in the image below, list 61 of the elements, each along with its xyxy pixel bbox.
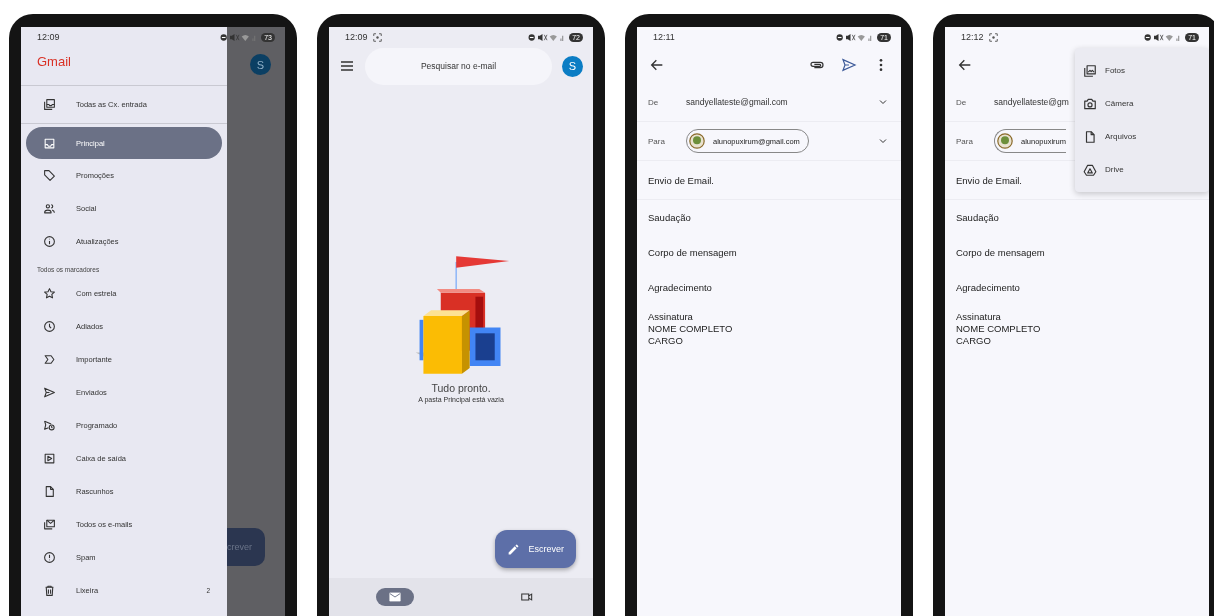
- menu-item[interactable]: Câmera: [1075, 87, 1209, 120]
- send-icon: [43, 386, 56, 399]
- body-text: Corpo de mensagem: [955, 246, 1046, 260]
- to-label: Para: [648, 136, 666, 146]
- body-text: Saudação: [955, 211, 1000, 225]
- contact-avatar: [997, 133, 1013, 149]
- document-icon: [43, 485, 56, 498]
- file-icon: [1083, 129, 1097, 144]
- photos-icon: [1083, 63, 1097, 78]
- empty-title: Tudo pronto.: [431, 382, 491, 394]
- avatar: S: [250, 54, 271, 75]
- body-text: Corpo de mensagem: [647, 246, 738, 260]
- sender-address: sandyellateste@gm: [994, 97, 1069, 107]
- inbox-icon: [43, 136, 56, 150]
- status-time: 12:09: [37, 32, 60, 42]
- outbox-icon: [43, 452, 56, 465]
- signature-line: NOME COMPLETO: [648, 323, 734, 335]
- menu-item[interactable]: Drive: [1075, 153, 1209, 186]
- from-label: De: [648, 97, 660, 107]
- menu-item[interactable]: Fotos: [1075, 54, 1209, 87]
- back-arrow-icon[interactable]: [649, 57, 665, 73]
- info-icon: [43, 235, 56, 248]
- mail-icon: [388, 590, 402, 604]
- menu-item[interactable]: Arquivos: [1075, 120, 1209, 153]
- stacked-inbox-icon: [43, 98, 56, 111]
- signature-line: CARGO: [648, 335, 684, 347]
- app-title: Gmail: [36, 53, 72, 71]
- mail-tab[interactable]: [376, 588, 414, 606]
- tag-icon: [43, 169, 56, 182]
- body-text: Saudação: [647, 211, 692, 225]
- send-icon[interactable]: [841, 57, 857, 73]
- important-label-icon: [43, 353, 56, 366]
- signature-line: Assinatura: [956, 311, 1002, 323]
- back-arrow-icon[interactable]: [957, 57, 973, 73]
- status-time: 12:11: [653, 32, 675, 42]
- people-icon: [43, 202, 56, 215]
- status-time: 12:09: [345, 32, 368, 42]
- drive-icon: [1083, 162, 1097, 177]
- trash-icon: [43, 584, 56, 597]
- mail-stack-icon: [43, 518, 56, 531]
- compose-button[interactable]: Escrever: [495, 530, 576, 568]
- menu-icon[interactable]: [339, 58, 355, 74]
- video-camera-icon: [520, 590, 534, 604]
- camera-icon: [1083, 96, 1097, 111]
- signature-line: CARGO: [956, 335, 992, 347]
- signature-line: NOME COMPLETO: [956, 323, 1042, 335]
- signature-line: Assinatura: [648, 311, 694, 323]
- contact-avatar: [689, 133, 705, 149]
- pencil-icon: [507, 542, 521, 556]
- avatar[interactable]: S: [562, 55, 583, 77]
- scheduled-send-icon: [43, 419, 56, 432]
- body-text: Agradecimento: [955, 281, 1021, 295]
- body-text: Agradecimento: [647, 281, 713, 295]
- status-time: 12:12: [961, 32, 984, 42]
- subject-field[interactable]: Envio de Email.: [637, 161, 901, 200]
- from-label: De: [956, 97, 968, 107]
- clock-icon: [43, 320, 56, 333]
- to-label: Para: [956, 136, 974, 146]
- sender-address: sandyellateste@gmail.com: [686, 97, 788, 107]
- star-icon: [43, 287, 56, 300]
- search-field[interactable]: Pesquisar no e-mail: [365, 47, 552, 85]
